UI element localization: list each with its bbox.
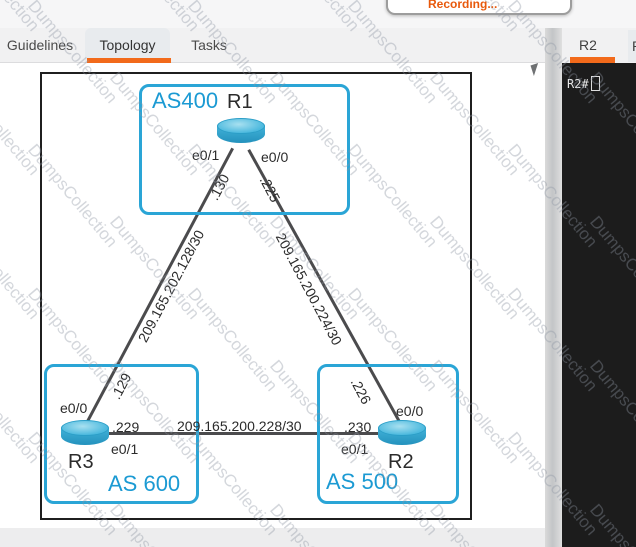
- r3-ip-229: .229: [112, 419, 139, 435]
- terminal-prompt-line: R2#: [567, 76, 600, 91]
- top-dialog: Recording...: [386, 0, 572, 15]
- router-top: [217, 118, 265, 134]
- r2-ip-230: .230: [344, 419, 371, 435]
- topology-diagram: AS400 AS 600 AS 500 R1 R3 R2 e0/1 e0/0 e…: [0, 0, 636, 547]
- r1-interface-e00: e0/0: [261, 149, 288, 165]
- router-r3-label: R3: [68, 451, 94, 474]
- router-top: [61, 420, 109, 436]
- r3-interface-e01: e0/1: [111, 441, 138, 457]
- as600-label: AS 600: [108, 471, 180, 497]
- router-r2-label: R2: [388, 451, 414, 474]
- lab-simulator-window: Recording... Guidelines Topology Tasks R…: [0, 0, 636, 547]
- terminal-cursor: [591, 76, 600, 91]
- top-dialog-text: Recording...: [428, 0, 497, 11]
- r3-interface-e00: e0/0: [60, 400, 87, 416]
- terminal-console[interactable]: R2#: [562, 63, 636, 547]
- router-icon-r2[interactable]: [378, 420, 426, 448]
- terminal-prompt: R2#: [567, 77, 589, 91]
- router-top: [378, 420, 426, 436]
- r1-interface-e01: e0/1: [192, 147, 219, 163]
- r2-interface-e00: e0/0: [396, 403, 423, 419]
- router-r1-label: R1: [227, 91, 253, 114]
- router-icon-r1[interactable]: [217, 118, 265, 146]
- subnet-label-r3-r2: 209.165.200.228/30: [177, 418, 302, 434]
- as400-label: AS400: [152, 88, 218, 114]
- router-icon-r3[interactable]: [61, 420, 109, 448]
- r2-interface-e01: e0/1: [341, 441, 368, 457]
